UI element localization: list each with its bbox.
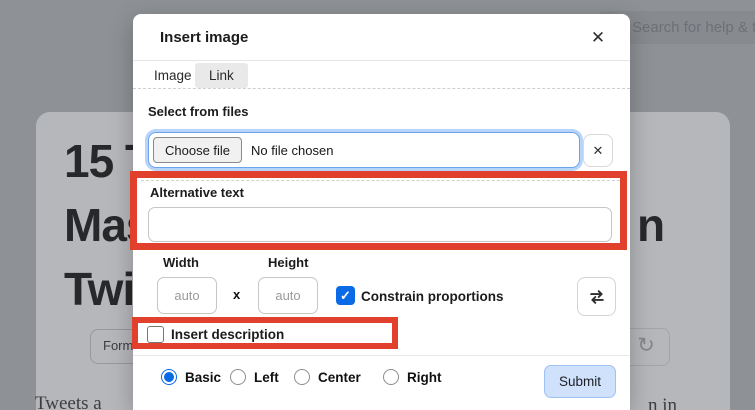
article-text-left: Tweets a bbox=[35, 393, 102, 410]
size-separator: x bbox=[233, 287, 240, 302]
alt-text-field[interactable] bbox=[148, 207, 612, 242]
width-field[interactable] bbox=[157, 277, 217, 314]
clear-file-button[interactable]: ✕ bbox=[583, 134, 613, 167]
radio-left[interactable]: Left bbox=[230, 369, 279, 385]
choose-file-button[interactable]: Choose file bbox=[153, 137, 242, 163]
tab-strip: Image Link bbox=[133, 62, 630, 89]
width-label: Width bbox=[163, 255, 199, 270]
constrain-proportions-checkbox[interactable]: ✓ bbox=[336, 286, 355, 305]
check-icon: ✓ bbox=[340, 288, 351, 303]
footer-divider bbox=[133, 355, 630, 356]
constrain-proportions-label: Constrain proportions bbox=[361, 289, 504, 304]
dialog-header: Insert image ✕ bbox=[133, 14, 630, 61]
height-label: Height bbox=[268, 255, 308, 270]
article-text-right: n in bbox=[648, 395, 677, 410]
insert-description-label: Insert description bbox=[171, 327, 284, 342]
select-from-files-label: Select from files bbox=[148, 104, 248, 119]
radio-left-circle[interactable] bbox=[230, 369, 246, 385]
radio-right-label: Right bbox=[407, 370, 442, 385]
radio-basic[interactable]: Basic bbox=[161, 369, 221, 385]
article-heading-line3: Twi bbox=[64, 262, 134, 316]
swap-dimensions-button[interactable] bbox=[577, 277, 616, 316]
radio-basic-circle[interactable] bbox=[161, 369, 177, 385]
radio-basic-label: Basic bbox=[185, 370, 221, 385]
radio-right[interactable]: Right bbox=[383, 369, 442, 385]
file-status-text: No file chosen bbox=[251, 143, 333, 158]
article-heading-fragment: n bbox=[637, 198, 665, 252]
close-icon[interactable]: ✕ bbox=[584, 24, 612, 52]
height-field[interactable] bbox=[258, 277, 318, 314]
radio-center-circle[interactable] bbox=[294, 369, 310, 385]
dialog-title: Insert image bbox=[160, 29, 248, 46]
radio-left-label: Left bbox=[254, 370, 279, 385]
radio-right-circle[interactable] bbox=[383, 369, 399, 385]
redo-icon: ↻ bbox=[637, 334, 655, 357]
alt-text-label: Alternative text bbox=[150, 185, 244, 200]
clear-icon: ✕ bbox=[593, 143, 604, 158]
tab-link[interactable]: Link bbox=[195, 63, 248, 88]
file-input[interactable]: Choose file No file chosen bbox=[148, 132, 580, 168]
swap-icon bbox=[587, 287, 607, 307]
radio-center[interactable]: Center bbox=[294, 369, 361, 385]
dashed-separator bbox=[141, 180, 620, 181]
insert-description-checkbox[interactable] bbox=[147, 326, 164, 343]
radio-center-label: Center bbox=[318, 370, 361, 385]
insert-image-dialog: Insert image ✕ Image Link Select from fi… bbox=[133, 14, 630, 410]
submit-button[interactable]: Submit bbox=[544, 365, 616, 398]
